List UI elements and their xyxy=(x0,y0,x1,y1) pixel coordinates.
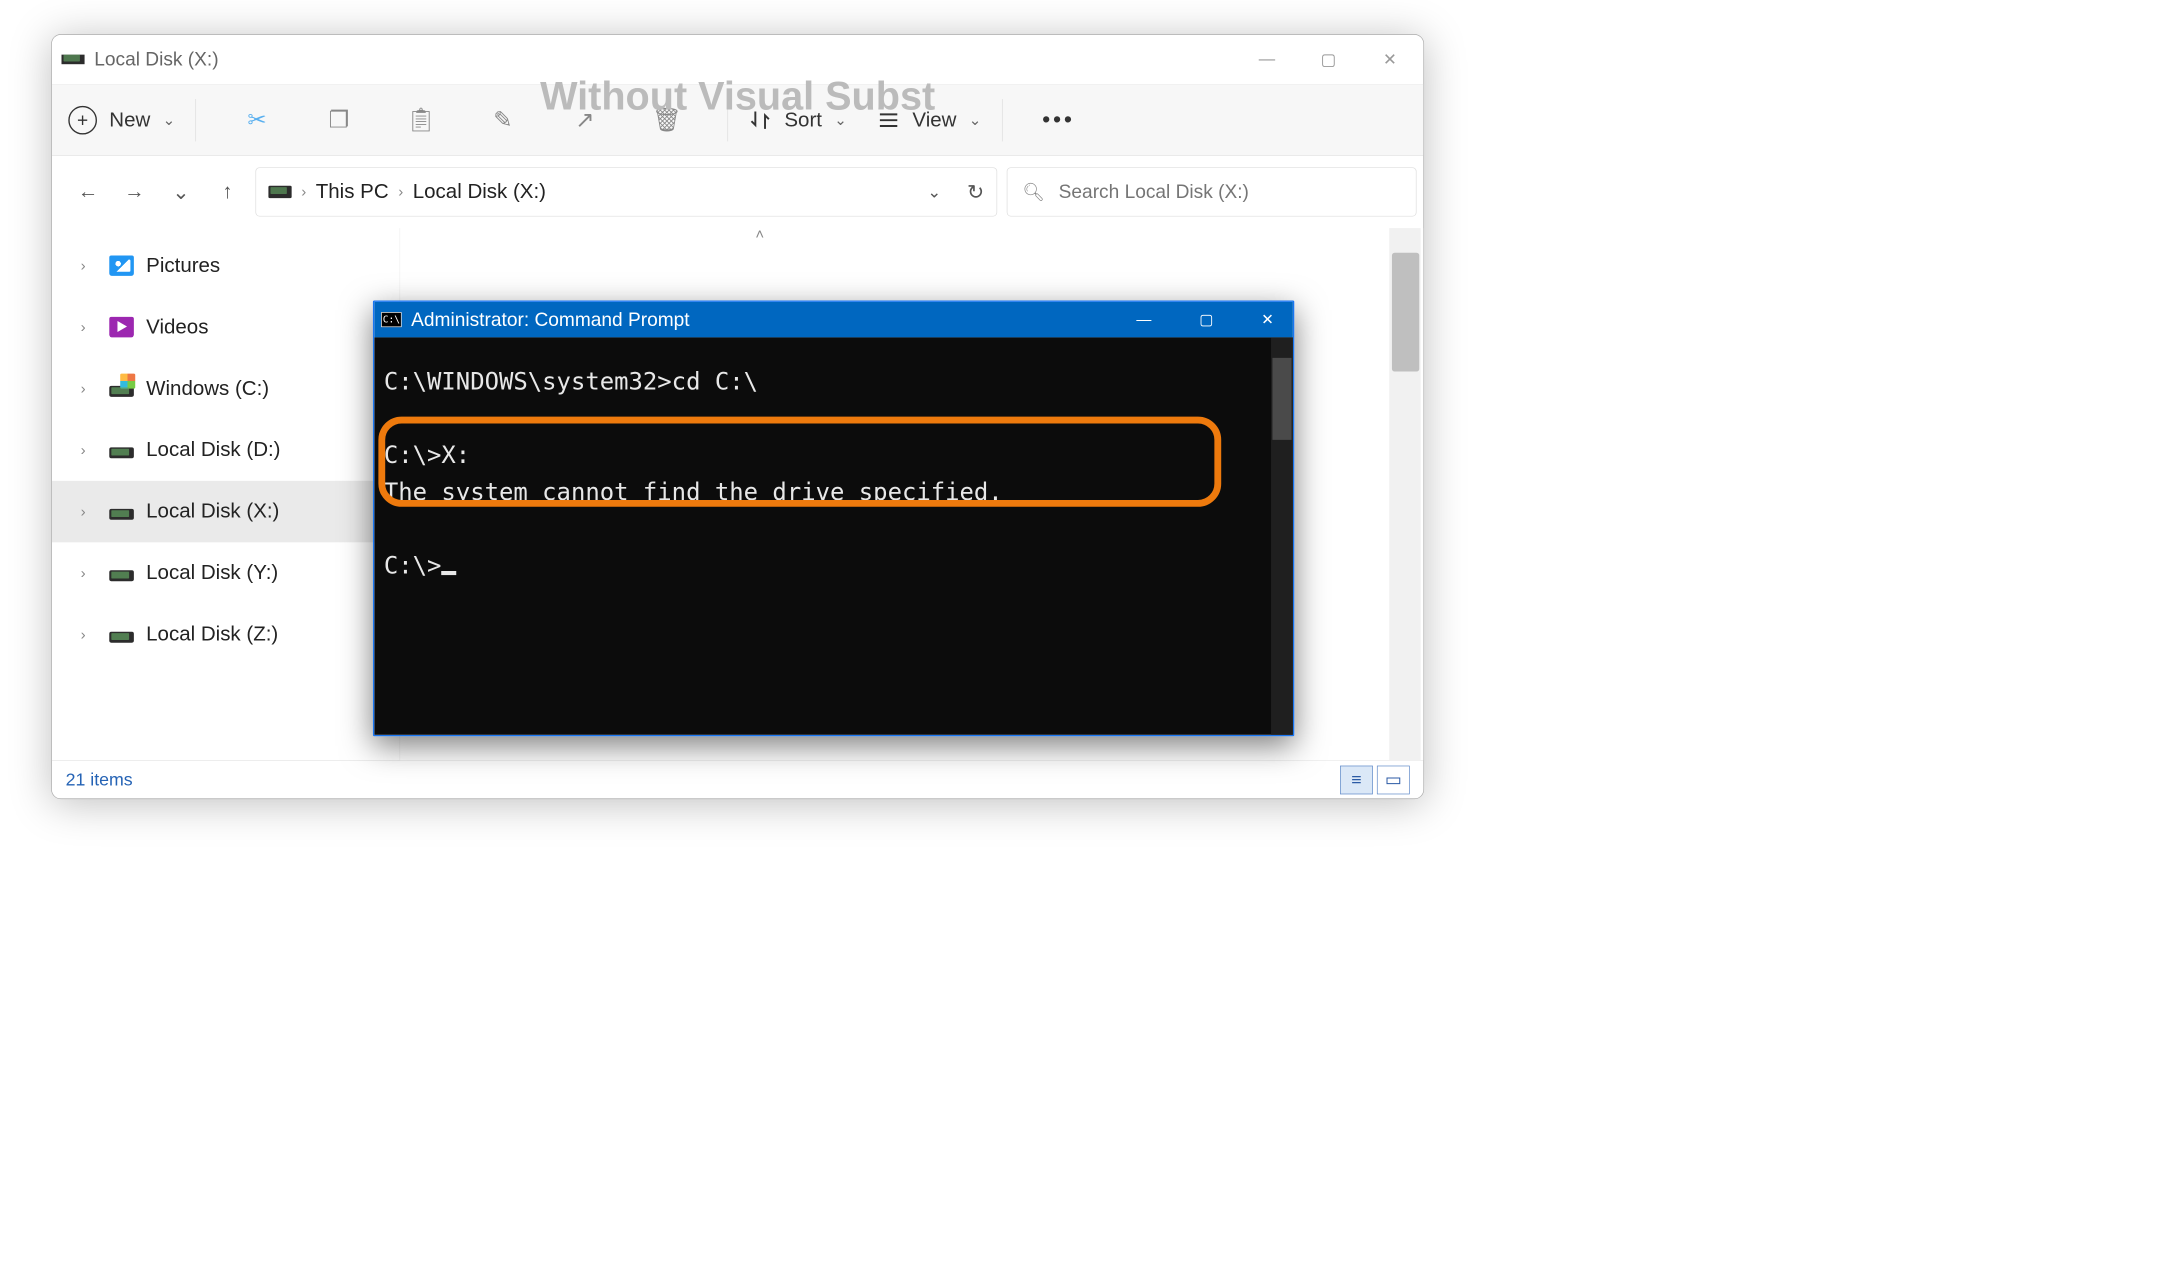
sidebar-item-label: Pictures xyxy=(146,254,220,277)
chevron-right-icon: › xyxy=(398,183,403,201)
back-button[interactable]: ← xyxy=(70,180,107,203)
breadcrumb-this-pc[interactable]: This PC xyxy=(316,180,389,203)
drive-icon xyxy=(268,186,291,198)
explorer-title: Local Disk (X:) xyxy=(94,48,218,70)
pictures-icon xyxy=(109,255,134,275)
sidebar-item-label: Local Disk (Z:) xyxy=(146,623,278,646)
sidebar-item-local-disk-d-[interactable]: › Local Disk (D:) xyxy=(52,419,400,480)
forward-button[interactable]: → xyxy=(116,180,153,203)
cut-icon[interactable]: ✂ xyxy=(236,106,278,133)
drive-icon xyxy=(109,631,134,642)
minimize-button[interactable]: — xyxy=(1255,50,1278,70)
cmd-line: C:\WINDOWS\system32>cd C:\ xyxy=(384,368,758,395)
view-button[interactable]: View ⌄ xyxy=(877,108,981,131)
view-icon xyxy=(877,108,900,131)
chevron-right-icon: › xyxy=(81,503,97,521)
sidebar-item-label: Local Disk (X:) xyxy=(146,500,279,523)
sidebar-item-label: Windows (C:) xyxy=(146,377,269,400)
cmd-line: The system cannot find the drive specifi… xyxy=(384,479,1003,506)
search-icon: 🔍︎ xyxy=(1022,181,1045,202)
sidebar-item-label: Local Disk (D:) xyxy=(146,438,280,461)
drive-win-icon xyxy=(109,386,134,397)
cmd-title: Administrator: Command Prompt xyxy=(411,309,689,331)
cmd-line: C:\>X: xyxy=(384,442,470,469)
sidebar-item-videos[interactable]: › Videos xyxy=(52,296,400,357)
sort-icon xyxy=(749,108,772,131)
maximize-button[interactable]: ▢ xyxy=(1317,50,1340,70)
sort-button[interactable]: Sort ⌄ xyxy=(749,108,847,131)
new-label: New xyxy=(109,108,150,131)
drive-icon xyxy=(109,447,134,458)
address-bar[interactable]: › This PC › Local Disk (X:) ⌄ ↻ xyxy=(255,167,997,216)
drive-icon xyxy=(109,570,134,581)
status-bar: 21 items ≡ ▭ xyxy=(52,760,1423,798)
scrollbar-thumb[interactable] xyxy=(1392,253,1419,372)
sidebar-item-pictures[interactable]: › Pictures xyxy=(52,235,400,296)
paste-icon[interactable]: 📋︎ xyxy=(400,106,442,133)
cmd-titlebar[interactable]: C:\ Administrator: Command Prompt — ▢ ✕ xyxy=(374,302,1293,338)
recent-button[interactable]: ⌄ xyxy=(163,180,200,204)
new-button[interactable]: + New ⌄ xyxy=(68,106,175,135)
sidebar-item-label: Videos xyxy=(146,316,208,339)
rename-icon[interactable]: ✎ xyxy=(482,106,524,133)
item-count: 21 items xyxy=(66,769,133,790)
cmd-output[interactable]: C:\WINDOWS\system32>cd C:\ C:\>X: The sy… xyxy=(374,337,1293,735)
more-button[interactable]: ••• xyxy=(1042,107,1075,134)
videos-icon xyxy=(109,317,134,337)
sidebar: › Pictures › Videos › Windows (C:) › Local Disk… xyxy=(52,228,400,760)
cmd-close-button[interactable]: ✕ xyxy=(1261,311,1274,329)
sidebar-item-windows-c-[interactable]: › Windows (C:) xyxy=(52,358,400,419)
chevron-up-icon: ˄ xyxy=(755,225,764,243)
chevron-down-icon: ⌄ xyxy=(163,111,176,129)
delete-icon[interactable]: 🗑︎ xyxy=(646,106,688,133)
cmd-scrollbar-thumb[interactable] xyxy=(1272,358,1291,440)
explorer-toolbar: + New ⌄ ✂ ❐ 📋︎ ✎ ↗ 🗑︎ Sort ⌄ View ⌄ ••• xyxy=(52,84,1423,156)
search-input[interactable] xyxy=(1059,181,1401,203)
command-prompt-window: C:\ Administrator: Command Prompt — ▢ ✕ … xyxy=(373,301,1294,737)
plus-icon: + xyxy=(68,106,97,135)
search-box[interactable]: 🔍︎ xyxy=(1007,167,1417,216)
close-button[interactable]: ✕ xyxy=(1378,50,1401,70)
details-view-button[interactable]: ≡ xyxy=(1340,765,1373,794)
chevron-right-icon: › xyxy=(81,626,97,644)
breadcrumb-location[interactable]: Local Disk (X:) xyxy=(413,180,546,203)
divider xyxy=(1002,99,1003,141)
drive-icon xyxy=(109,508,134,519)
sidebar-item-label: Local Disk (Y:) xyxy=(146,561,278,584)
sidebar-item-local-disk-z-[interactable]: › Local Disk (Z:) xyxy=(52,604,400,665)
chevron-right-icon: › xyxy=(81,564,97,582)
sort-label: Sort xyxy=(784,108,822,131)
cmd-maximize-button[interactable]: ▢ xyxy=(1199,311,1213,329)
copy-icon[interactable]: ❐ xyxy=(318,106,360,133)
refresh-button[interactable]: ↻ xyxy=(967,180,984,204)
divider xyxy=(728,99,729,141)
explorer-titlebar[interactable]: Local Disk (X:) — ▢ ✕ xyxy=(52,35,1423,84)
drive-icon xyxy=(61,53,84,65)
chevron-down-icon: ⌄ xyxy=(834,111,847,129)
chevron-right-icon: › xyxy=(81,380,97,398)
share-icon[interactable]: ↗ xyxy=(564,106,606,133)
cmd-minimize-button[interactable]: — xyxy=(1136,311,1151,329)
nav-row: ← → ⌄ ↑ › This PC › Local Disk (X:) ⌄ ↻ … xyxy=(52,156,1423,228)
chevron-right-icon: › xyxy=(81,441,97,459)
chevron-right-icon: › xyxy=(81,257,97,275)
up-button[interactable]: ↑ xyxy=(209,180,246,203)
tiles-view-button[interactable]: ▭ xyxy=(1377,765,1410,794)
chevron-right-icon: › xyxy=(81,318,97,336)
divider xyxy=(196,99,197,141)
cmd-prompt: C:\> xyxy=(384,553,442,580)
view-label: View xyxy=(912,108,956,131)
address-dropdown[interactable]: ⌄ xyxy=(927,182,941,202)
chevron-down-icon: ⌄ xyxy=(969,111,982,129)
chevron-right-icon: › xyxy=(301,183,306,201)
sidebar-item-local-disk-y-[interactable]: › Local Disk (Y:) xyxy=(52,542,400,603)
sidebar-item-local-disk-x-[interactable]: › Local Disk (X:) xyxy=(52,481,400,542)
cursor xyxy=(441,571,456,575)
cmd-icon: C:\ xyxy=(381,312,401,327)
